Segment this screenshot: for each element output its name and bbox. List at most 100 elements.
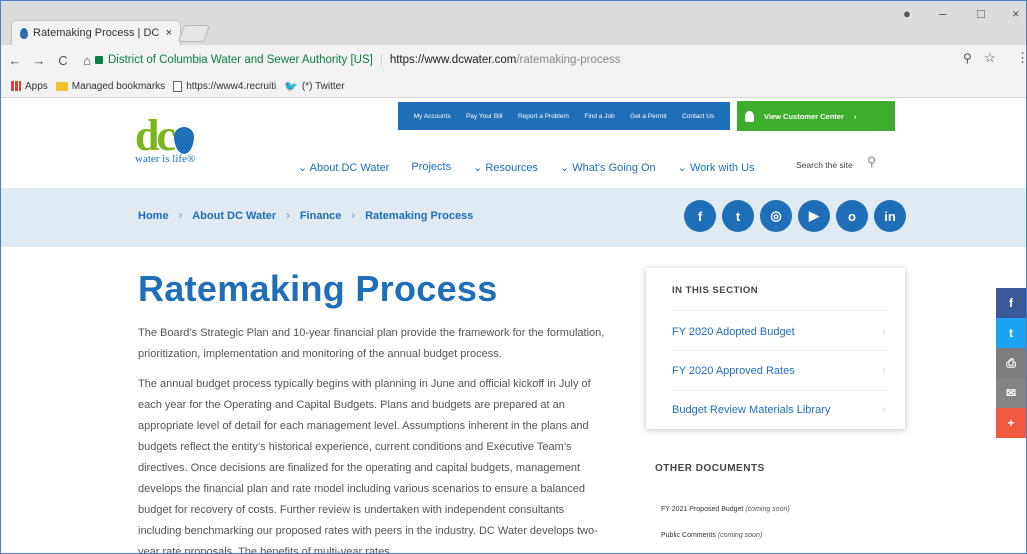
linkedin-icon[interactable]: in [874, 200, 906, 232]
chevron-right-icon: › [882, 326, 886, 337]
doc-label: Public Comments [661, 532, 716, 539]
zoom-icon[interactable]: ⚲ [963, 51, 972, 65]
chevron-right-icon: › [882, 404, 886, 415]
utility-nav: My Accounts Pay Your Bill Report a Probl… [398, 102, 730, 130]
account-icon[interactable]: ● [903, 6, 911, 21]
breadcrumb-home[interactable]: Home [138, 210, 169, 222]
twitter-icon[interactable]: t [722, 200, 754, 232]
tab-strip: Ratemaking Process | DC × ● – □ × [1, 1, 1026, 45]
bookmark-managed[interactable]: Managed bookmarks [55, 80, 166, 92]
nextdoor-icon[interactable]: o [836, 200, 868, 232]
forward-icon[interactable]: → [29, 53, 49, 68]
breadcrumb-about[interactable]: About DC Water [192, 210, 276, 222]
bookmark-recruiting[interactable]: https://www4.recruiti [173, 80, 276, 92]
folder-icon [55, 81, 68, 91]
home-icon[interactable]: ⌂ [77, 53, 97, 68]
water-drop-icon [174, 127, 194, 154]
share-email-icon[interactable]: ✉ [996, 378, 1026, 408]
share-twitter-icon[interactable]: t [996, 318, 1026, 348]
share-facebook-icon[interactable]: f [996, 288, 1026, 318]
address-bar[interactable]: District of Columbia Water and Sewer Aut… [95, 50, 1007, 70]
bookmark-twitter[interactable]: 🐦 (*) Twitter [284, 80, 344, 93]
browser-tab[interactable]: Ratemaking Process | DC × [11, 20, 181, 45]
breadcrumb-band: Home › About DC Water › Finance › Ratema… [1, 188, 1026, 247]
section-link-adopted-budget[interactable]: FY 2020 Adopted Budget › [672, 310, 886, 350]
bookmarks-bar: Apps Managed bookmarks https://www4.recr… [1, 75, 1026, 98]
nav-whats-going-on[interactable]: ⌄ What's Going On [560, 161, 656, 174]
share-bar: f t ⎙ ✉ + [996, 288, 1026, 438]
util-link-pay-bill[interactable]: Pay Your Bill [466, 113, 503, 120]
minimize-button[interactable]: – [939, 6, 946, 21]
search-icon[interactable]: ⚲ [867, 154, 877, 170]
bookmark-apps[interactable]: Apps [11, 81, 48, 92]
in-this-section-panel: IN THIS SECTION FY 2020 Adopted Budget ›… [646, 268, 905, 429]
instagram-icon[interactable]: ◎ [760, 200, 792, 232]
section-link-label: FY 2020 Adopted Budget [672, 326, 795, 338]
chevron-down-icon: ⌄ [559, 162, 573, 174]
nav-projects[interactable]: Projects [411, 161, 451, 174]
bookmark-label: Managed bookmarks [71, 80, 166, 92]
bookmark-label: (*) Twitter [301, 80, 345, 92]
breadcrumb-finance[interactable]: Finance [300, 210, 342, 222]
twitter-icon: 🐦 [284, 80, 298, 93]
url-host: https://www.dcwater.com [389, 54, 517, 66]
browser-window: Ratemaking Process | DC × ● – □ × ← → C … [0, 0, 1027, 554]
url-path: /ratemaking-process [516, 54, 621, 66]
bookmark-star-icon[interactable]: ☆ [984, 50, 996, 66]
bookmark-label: Apps [25, 80, 48, 92]
close-tab-icon[interactable]: × [166, 27, 172, 39]
search-label[interactable]: Search the site [796, 160, 853, 170]
nav-label: Work with Us [689, 162, 755, 174]
section-link-approved-rates[interactable]: FY 2020 Approved Rates › [672, 350, 886, 390]
apps-icon [11, 81, 21, 91]
site-identity: District of Columbia Water and Sewer Aut… [108, 54, 373, 66]
share-more-icon[interactable]: + [996, 408, 1026, 438]
back-icon[interactable]: ← [5, 53, 25, 68]
other-documents-heading: OTHER DOCUMENTS [655, 463, 765, 474]
chevron-right-icon: › [882, 365, 886, 376]
nav-about[interactable]: ⌄ About DC Water [298, 161, 389, 174]
reload-icon[interactable]: C [53, 53, 73, 68]
person-icon [745, 110, 754, 122]
doc-note: (coming soon) [745, 506, 790, 513]
maximize-button[interactable]: □ [977, 6, 985, 21]
close-window-button[interactable]: × [1012, 6, 1020, 21]
util-link-report-problem[interactable]: Report a Problem [518, 113, 569, 120]
section-link-budget-library[interactable]: Budget Review Materials Library › [672, 390, 886, 429]
chevron-down-icon: ⌄ [298, 162, 310, 174]
share-print-icon[interactable]: ⎙ [996, 348, 1026, 378]
doc-link-public-comments[interactable]: Public Comments (coming soon) [661, 532, 762, 539]
util-link-contact-us[interactable]: Contact Us [682, 113, 714, 120]
nav-resources[interactable]: ⌄ Resources [473, 161, 538, 174]
breadcrumb: Home › About DC Water › Finance › Ratema… [138, 210, 473, 222]
browser-toolbar: ← → C ⌂ District of Columbia Water and S… [1, 45, 1026, 75]
nav-label: About DC Water [309, 162, 390, 174]
chevron-down-icon: ⌄ [677, 162, 690, 174]
dc-water-logo[interactable]: dc water is life® [135, 114, 195, 166]
util-link-find-job[interactable]: Find a Job [584, 113, 614, 120]
util-link-my-accounts[interactable]: My Accounts [414, 113, 451, 120]
util-link-get-permit[interactable]: Get a Permit [630, 113, 666, 120]
page-icon [173, 80, 183, 92]
breadcrumb-separator: › [286, 210, 290, 222]
main-nav: ⌄ About DC Water Projects ⌄ Resources ⌄ … [298, 161, 755, 174]
customer-center-button[interactable]: View Customer Center › [737, 101, 895, 131]
facebook-icon[interactable]: f [684, 200, 716, 232]
section-link-label: Budget Review Materials Library [672, 404, 831, 416]
breadcrumb-separator: › [351, 210, 356, 222]
doc-note: (coming soon) [717, 532, 763, 539]
customer-center-label: View Customer Center [764, 111, 844, 121]
intro-paragraph: The Board’s Strategic Plan and 10-year f… [138, 327, 605, 360]
nav-work-with-us[interactable]: ⌄ Work with Us [678, 161, 755, 174]
chevron-right-icon: › [853, 111, 857, 121]
lock-icon [95, 56, 103, 64]
nav-label: What's Going On [572, 162, 656, 174]
body-paragraph: The annual budget process typically begi… [138, 378, 598, 554]
youtube-icon[interactable]: ▶ [798, 200, 830, 232]
breadcrumb-separator: › [178, 210, 183, 222]
in-this-section-heading: IN THIS SECTION [672, 285, 759, 296]
breadcrumb-current: Ratemaking Process [365, 210, 474, 222]
doc-link-proposed-budget[interactable]: FY 2021 Proposed Budget (coming soon) [661, 506, 790, 513]
new-tab-button[interactable] [177, 25, 211, 42]
browser-menu-icon[interactable]: ⋮ [1016, 50, 1026, 66]
